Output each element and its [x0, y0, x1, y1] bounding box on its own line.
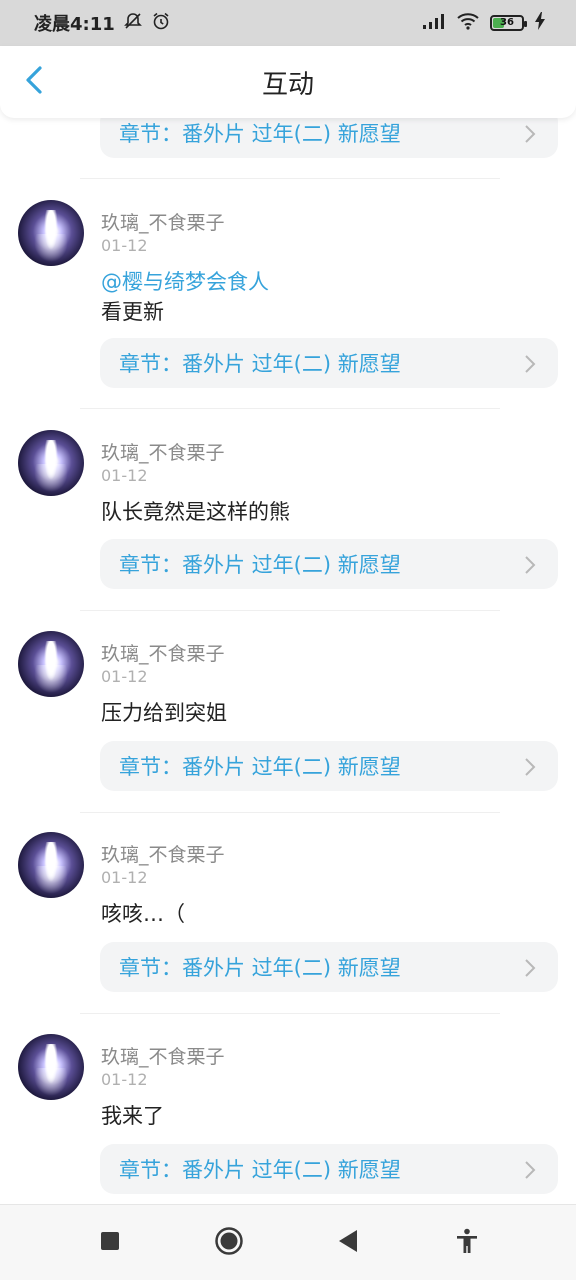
status-time-group: 凌晨4:11: [34, 10, 171, 36]
comment-text: 压力给到突姐: [101, 701, 227, 725]
chapter-link[interactable]: 章节：番外片 过年(二) 新愿望: [100, 118, 558, 158]
avatar[interactable]: [18, 1034, 84, 1100]
chapter-link-label: 章节：番外片 过年(二) 新愿望: [119, 122, 401, 146]
chapter-link-label: 章节：番外片 过年(二) 新愿望: [119, 352, 401, 376]
accessibility-button[interactable]: [447, 1223, 487, 1263]
comment-text: 看更新: [101, 300, 164, 324]
avatar[interactable]: [18, 430, 84, 496]
comment-username[interactable]: 玖璃_不食栗子: [101, 1042, 225, 1069]
alarm-icon: [151, 11, 171, 36]
avatar[interactable]: [18, 832, 84, 898]
comment-username[interactable]: 玖璃_不食栗子: [101, 840, 225, 867]
divider: [80, 178, 500, 179]
comment-username[interactable]: 玖璃_不食栗子: [101, 438, 225, 465]
comment-item: 玖璃_不食栗子 01-12 我来了 章节：番外片 过年(二) 新愿望: [0, 1034, 576, 1204]
chapter-link-label: 章节：番外片 过年(二) 新愿望: [119, 553, 401, 577]
chevron-right-icon: [524, 354, 536, 379]
square-icon: [100, 1231, 120, 1255]
chevron-right-icon: [524, 124, 536, 149]
comment-username[interactable]: 玖璃_不食栗子: [101, 208, 225, 235]
comment-list[interactable]: 章节：番外片 过年(二) 新愿望 玖璃_不食栗子 01-12 @樱与绮梦会食人 …: [0, 118, 576, 1204]
comment-date: 01-12: [101, 868, 148, 887]
avatar[interactable]: [18, 631, 84, 697]
wifi-icon: [456, 12, 480, 35]
accessibility-icon: [455, 1228, 479, 1258]
status-bar: 凌晨4:11 36: [0, 0, 576, 46]
app-header: 互动: [0, 46, 576, 118]
comment-date: 01-12: [101, 236, 148, 255]
chapter-link-label: 章节：番外片 过年(二) 新愿望: [119, 1158, 401, 1182]
chapter-link[interactable]: 章节：番外片 过年(二) 新愿望: [100, 942, 558, 992]
triangle-back-icon: [337, 1229, 359, 1257]
comment-item: 玖璃_不食栗子 01-12 队长竟然是这样的熊 章节：番外片 过年(二) 新愿望: [0, 430, 576, 610]
charging-bolt-icon: [534, 11, 546, 35]
chapter-link[interactable]: 章节：番外片 过年(二) 新愿望: [100, 1144, 558, 1194]
comment-item: 玖璃_不食栗子 01-12 @樱与绮梦会食人 看更新 章节：番外片 过年(二) …: [0, 200, 576, 408]
mute-bell-icon: [123, 11, 143, 36]
divider: [80, 408, 500, 409]
back-button[interactable]: [20, 65, 48, 99]
chapter-link-label: 章节：番外片 过年(二) 新愿望: [119, 956, 401, 980]
signal-icon: [422, 13, 446, 34]
chevron-right-icon: [524, 958, 536, 983]
chevron-right-icon: [524, 757, 536, 782]
comment-text: 队长竟然是这样的熊: [101, 500, 290, 524]
avatar[interactable]: [18, 200, 84, 266]
system-nav-bar: [0, 1204, 576, 1280]
divider: [80, 1013, 500, 1014]
home-button[interactable]: [209, 1223, 249, 1263]
comment-text: 咳咳…（: [101, 902, 185, 926]
chapter-link[interactable]: 章节：番外片 过年(二) 新愿望: [100, 338, 558, 388]
chapter-link[interactable]: 章节：番外片 过年(二) 新愿望: [100, 539, 558, 589]
battery-icon: 36: [490, 15, 527, 31]
comment-date: 01-12: [101, 466, 148, 485]
divider: [80, 610, 500, 611]
chevron-left-icon: [24, 65, 44, 99]
chapter-link-label: 章节：番外片 过年(二) 新愿望: [119, 755, 401, 779]
comment-item: 玖璃_不食栗子 01-12 咳咳…（ 章节：番外片 过年(二) 新愿望: [0, 832, 576, 1012]
comment-date: 01-12: [101, 667, 148, 686]
chapter-link[interactable]: 章节：番外片 过年(二) 新愿望: [100, 741, 558, 791]
recents-button[interactable]: [90, 1223, 130, 1263]
battery-level: 36: [500, 17, 514, 28]
status-time: 凌晨4:11: [34, 14, 115, 35]
status-right-group: 36: [422, 11, 546, 35]
comment-mention[interactable]: @樱与绮梦会食人: [101, 266, 269, 296]
comment-item: 玖璃_不食栗子 01-12 压力给到突姐 章节：番外片 过年(二) 新愿望: [0, 631, 576, 811]
circle-icon: [214, 1226, 244, 1260]
comment-text: 我来了: [101, 1104, 164, 1128]
chevron-right-icon: [524, 1160, 536, 1185]
comment-date: 01-12: [101, 1070, 148, 1089]
comment-username[interactable]: 玖璃_不食栗子: [101, 639, 225, 666]
chevron-right-icon: [524, 555, 536, 580]
page-title: 互动: [261, 69, 314, 100]
divider: [80, 812, 500, 813]
nav-back-button[interactable]: [328, 1223, 368, 1263]
